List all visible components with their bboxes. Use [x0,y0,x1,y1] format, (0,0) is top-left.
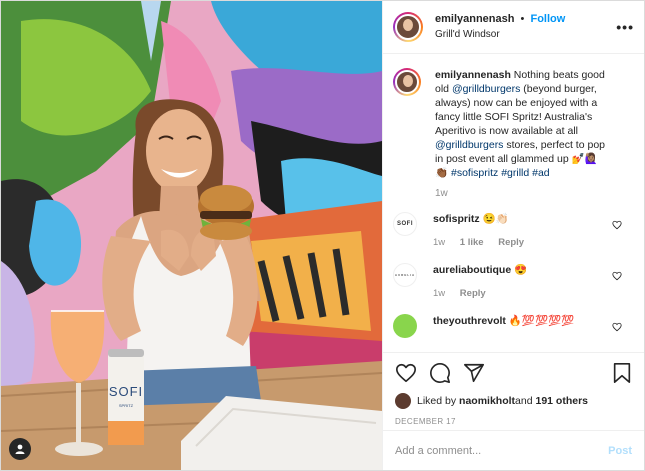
caption-hashtag-link[interactable]: #grilld [501,167,529,179]
caption-timestamp[interactable]: 1w [435,188,634,199]
header-separator: • [520,13,525,25]
comment-username[interactable]: sofispritz [433,213,480,225]
caption-mention-link[interactable]: @grilldburgers [435,139,503,151]
liker-avatar[interactable] [395,393,411,409]
comment-like-heart-icon[interactable] [612,220,622,230]
reply-button[interactable]: Reply [498,237,524,248]
post-comment-button[interactable]: Post [608,445,632,457]
comment-likes-count[interactable]: 1 like [460,237,484,248]
comment-text: 😍 [514,264,528,276]
comment-avatar[interactable] [393,314,417,338]
comment-username[interactable]: aureliaboutique [433,264,511,276]
post-header: emilyannenash • Follow Grill'd Windsor •… [383,1,644,54]
others-count-link[interactable]: 191 others [536,395,589,407]
comment-text: 😉👏🏻 [482,213,509,225]
comment-item: theyouthrevolt 🔥💯💯💯💯 [393,314,634,338]
comment-text: 🔥💯💯💯💯 [508,315,575,327]
post-date[interactable]: December 17 [395,417,632,426]
bookmark-icon[interactable] [612,362,632,384]
comment-avatar[interactable]: AURELIA [393,263,417,287]
likes-prefix: Liked by [417,395,457,407]
post-photo[interactable]: SOFI SPRITZ [1,1,382,470]
caption-text: emilyannenash Nothing beats good old @gr… [435,68,613,180]
comment-icon[interactable] [429,362,451,384]
comment-item: AURELIA aureliaboutique 😍 1w Reply [393,263,634,301]
comment-like-heart-icon[interactable] [612,322,622,332]
likes-middle: and [515,395,533,407]
caption-avatar[interactable] [393,68,421,96]
user-icon [15,444,25,454]
post-actions: Liked by naomikholt and 191 others Decem… [383,352,644,470]
caption-mention-link[interactable]: @grilldburgers [452,83,520,95]
comment-avatar[interactable]: SOFI [393,212,417,236]
tagged-users-button[interactable] [9,438,31,460]
location-link[interactable]: Grill'd Windsor [435,27,565,42]
comment-like-heart-icon[interactable] [612,271,622,281]
photo-illustration: SOFI SPRITZ [1,1,382,470]
caption-hashtag-link[interactable]: #sofispritz [451,167,498,179]
author-username[interactable]: emilyannenash [435,13,514,25]
reply-button[interactable]: Reply [460,288,486,299]
heart-icon[interactable] [395,362,417,384]
instagram-post: SOFI SPRITZ emilyannenash • Follow Grill [0,0,645,471]
share-icon[interactable] [463,362,485,384]
comment-username[interactable]: theyouthrevolt [433,315,506,327]
caption-hashtag-link[interactable]: #ad [532,167,550,179]
comment-timestamp[interactable]: 1w [433,288,445,299]
comment-input[interactable] [395,444,609,457]
comments-list[interactable]: emilyannenash Nothing beats good old @gr… [383,54,644,352]
add-comment-bar: Post [383,430,644,470]
liker-username[interactable]: naomikholt [459,395,515,407]
likes-summary: Liked by naomikholt and 191 others [395,393,632,409]
comment-timestamp[interactable]: 1w [433,237,445,248]
comment-item: SOFI sofispritz 😉👏🏻 1w 1 like Reply [393,212,634,250]
author-avatar[interactable] [393,12,423,42]
follow-button[interactable]: Follow [530,13,565,25]
can-brand-text: SOFI [109,384,143,399]
caption-segments: Nothing beats good old @grilldburgers (b… [435,69,605,179]
caption-username[interactable]: emilyannenash [435,69,511,81]
post-details-panel: emilyannenash • Follow Grill'd Windsor •… [382,1,644,470]
can-sub-text: SPRITZ [119,403,134,408]
caption: emilyannenash Nothing beats good old @gr… [393,68,634,180]
more-options-icon[interactable]: ••• [616,19,634,35]
